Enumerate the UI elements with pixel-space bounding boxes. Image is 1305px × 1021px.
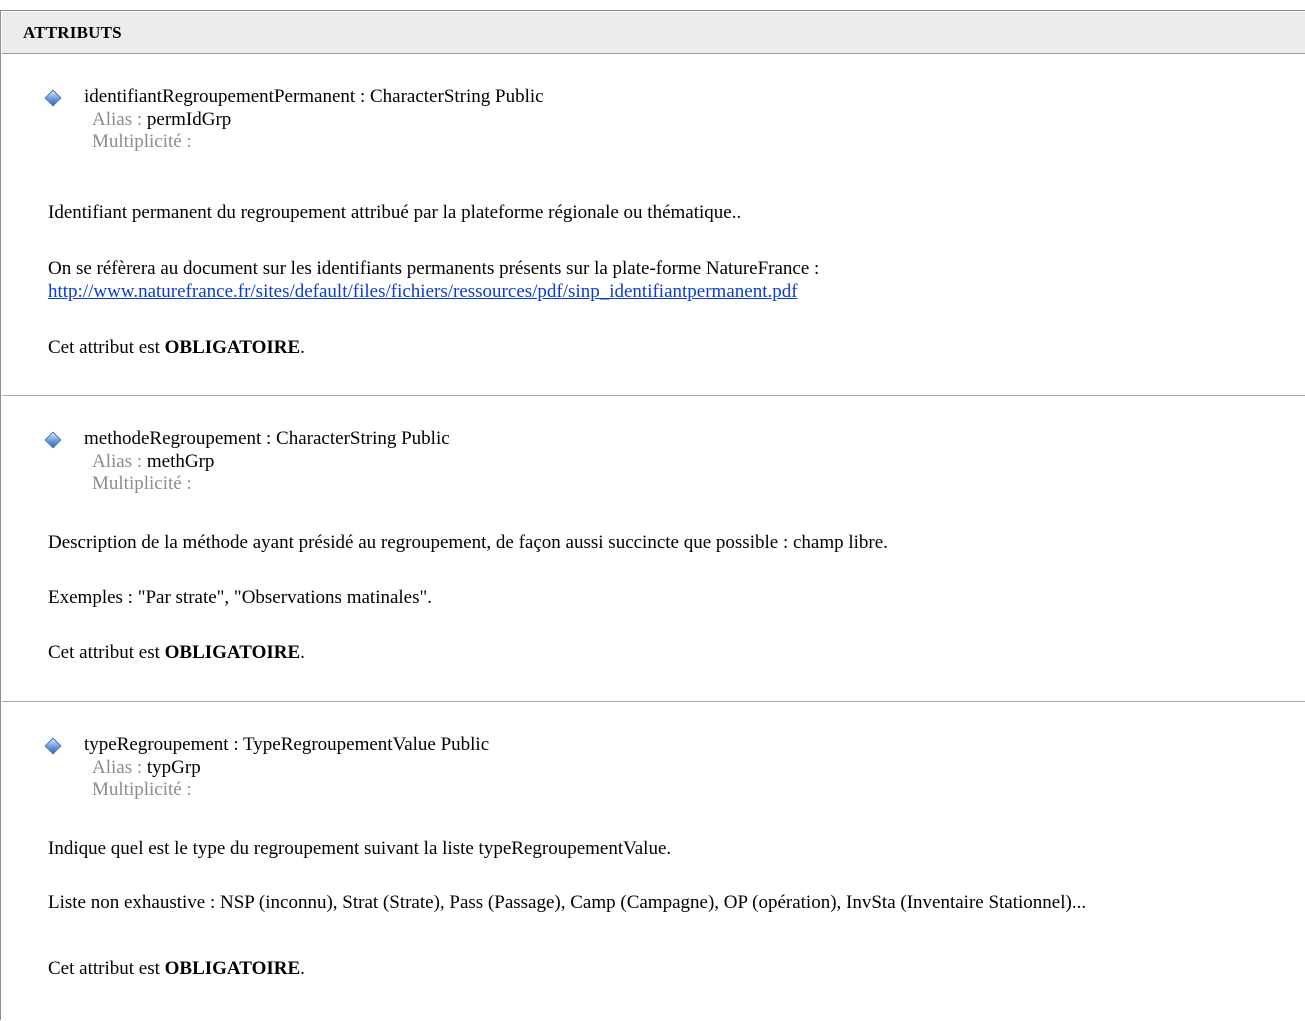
attribute-reference: On se réfèrera au document sur les ident…	[48, 257, 1293, 303]
attribute-requirement: Cet attribut est OBLIGATOIRE.	[48, 336, 1293, 359]
required-prefix: Cet attribut est	[48, 642, 165, 663]
attribute-description: Indique quel est le type du regroupement…	[48, 838, 672, 859]
alias-line: Alias : permIdGrp	[92, 109, 231, 131]
multiplicity-label: Multiplicité :	[92, 131, 192, 152]
section-header: ATTRIBUTS	[2, 12, 1305, 54]
attribute-description: Identifiant permanent du regroupement at…	[48, 202, 742, 223]
attribute-signature: typeRegroupement : TypeRegroupementValue…	[84, 734, 490, 755]
attribute-requirement: Cet attribut est OBLIGATOIRE.	[48, 641, 1293, 664]
multiplicity-label: Multiplicité :	[92, 473, 192, 494]
attribute-block-methode: methodeRegroupement : CharacterString Pu…	[2, 396, 1305, 702]
attribute-signature: identifiantRegroupementPermanent : Chara…	[84, 86, 544, 107]
section-title: ATTRIBUTS	[23, 23, 122, 42]
required-word: OBLIGATOIRE	[164, 642, 301, 663]
alias-value: typGrp	[146, 757, 201, 778]
required-suffix: .	[300, 958, 305, 979]
attributes-panel: ATTRIBUTS identifiantRegroupementPermane…	[0, 10, 1305, 1020]
multiplicity-label: Multiplicité :	[92, 779, 192, 800]
required-word: OBLIGATOIRE	[164, 337, 301, 358]
required-suffix: .	[300, 337, 305, 358]
attribute-diamond-icon	[44, 89, 62, 107]
attribute-requirement: Cet attribut est OBLIGATOIRE.	[48, 957, 1293, 980]
reference-link[interactable]: http://www.naturefrance.fr/sites/default…	[48, 281, 798, 302]
alias-value: permIdGrp	[146, 109, 232, 130]
required-prefix: Cet attribut est	[48, 958, 165, 979]
alias-label: Alias :	[92, 109, 147, 130]
required-prefix: Cet attribut est	[48, 337, 165, 358]
attribute-diamond-icon	[44, 737, 62, 755]
attribute-block-identifiant: identifiantRegroupementPermanent : Chara…	[2, 54, 1305, 396]
attribute-block-type: typeRegroupement : TypeRegroupementValue…	[2, 702, 1305, 1021]
attribute-signature: methodeRegroupement : CharacterString Pu…	[84, 428, 450, 449]
alias-line: Alias : methGrp	[92, 451, 214, 473]
attribute-examples: Exemples : "Par strate", "Observations m…	[48, 587, 433, 608]
attribute-diamond-icon	[44, 431, 62, 449]
required-word: OBLIGATOIRE	[164, 958, 301, 979]
alias-line: Alias : typGrp	[92, 757, 201, 779]
attribute-description: Description de la méthode ayant présidé …	[48, 532, 888, 553]
required-suffix: .	[300, 642, 305, 663]
alias-value: methGrp	[146, 451, 215, 472]
alias-label: Alias :	[92, 451, 147, 472]
attribute-list: Liste non exhaustive : NSP (inconnu), St…	[48, 892, 1087, 913]
reference-text: On se réfèrera au document sur les ident…	[48, 258, 820, 279]
alias-label: Alias :	[92, 757, 147, 778]
